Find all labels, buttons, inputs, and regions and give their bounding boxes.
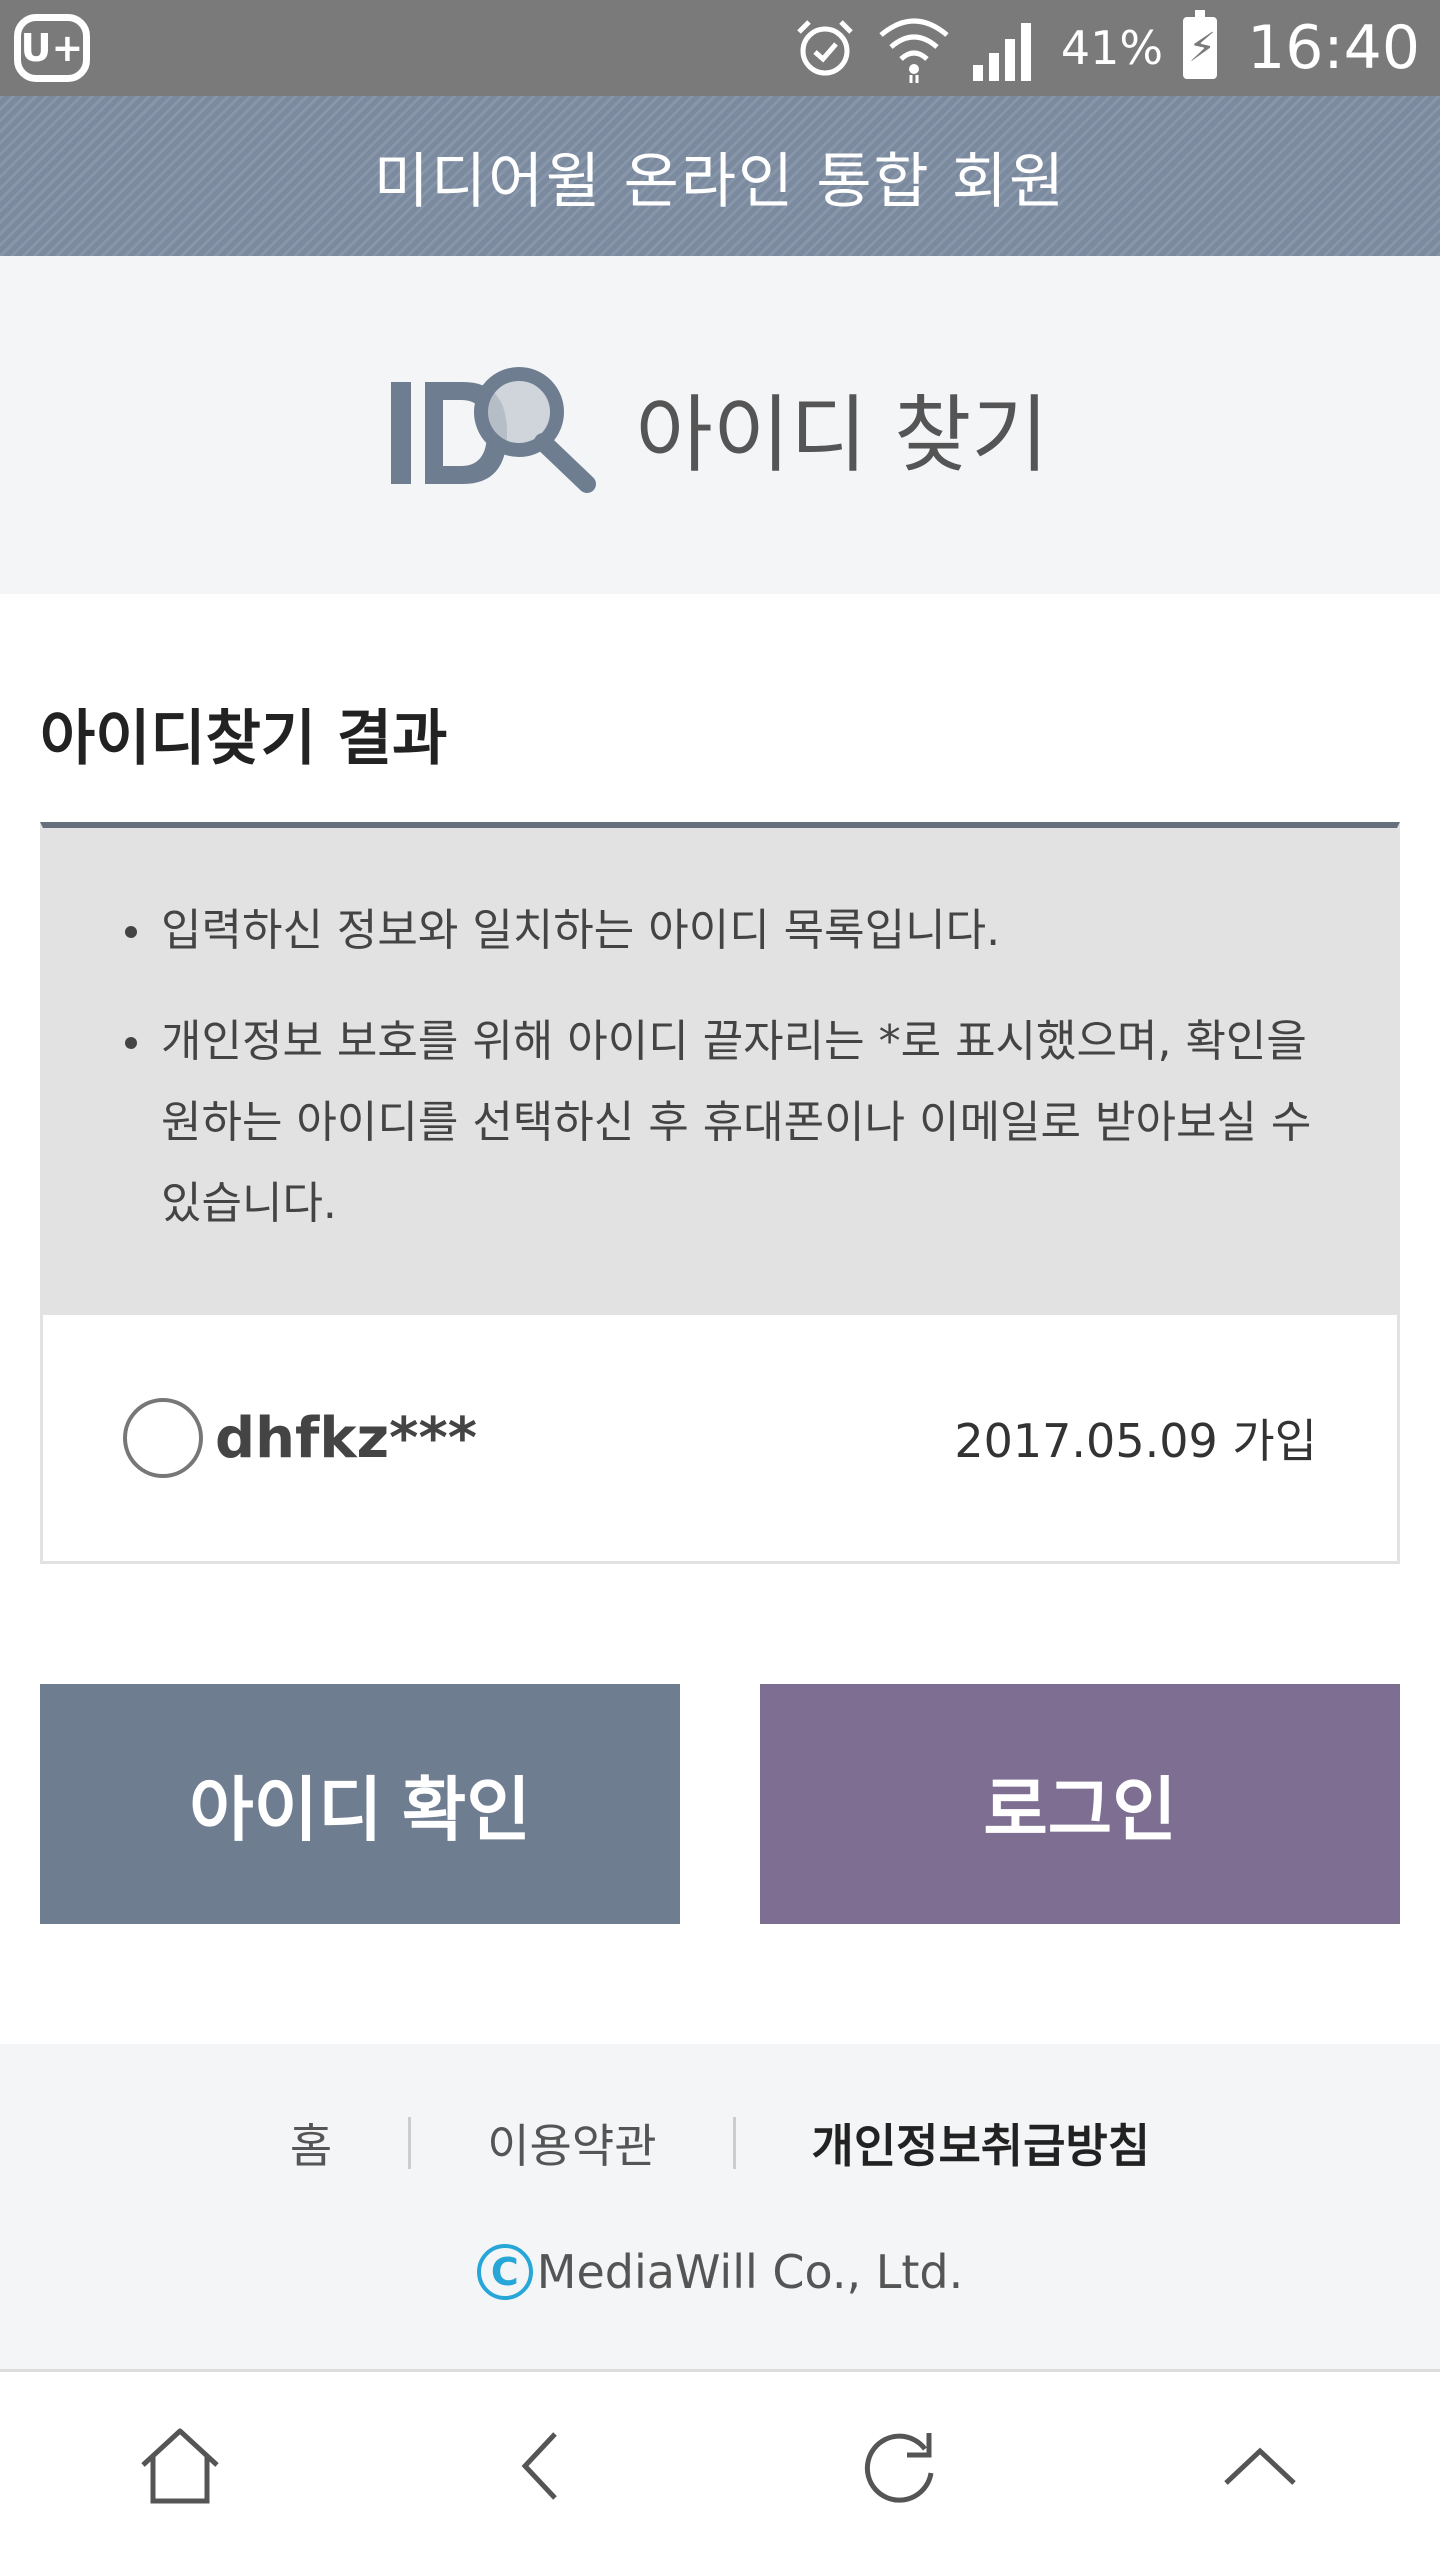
footer-divider [408,2117,412,2169]
back-button[interactable] [450,2391,630,2541]
result-title: 아이디찾기 결과 [40,704,448,774]
masked-id: dhfkz*** [215,1405,478,1471]
signal-icon [972,23,1031,81]
login-button[interactable]: 로그인 [760,1684,1400,1924]
site-title: 미디어윌 온라인 통합 회원 [373,146,1067,217]
clock: 16:40 [1247,13,1420,83]
scroll-top-button[interactable] [1170,2391,1350,2541]
copyright: C MediaWill Co., Ltd. [0,2244,1440,2300]
status-bar: U+ 41% ⚡ 16:40 [0,0,1440,96]
battery-charging-icon: ⚡ [1183,10,1218,79]
back-icon [521,2432,557,2500]
footer: 홈 이용약관 개인정보취급방침 C MediaWill Co., Ltd. [0,2044,1440,2369]
notice-item: 개인정보 보호를 위해 아이디 끝자리는 *로 표시했으며, 확인을 원하는 아… [125,1001,1321,1244]
copyright-icon: C [476,2244,533,2300]
result-item[interactable]: dhfkz*** 2017.05.09 가입 [43,1315,1397,1561]
footer-link-home[interactable]: 홈 [290,2110,332,2176]
wifi-icon [879,18,949,83]
confirm-id-button[interactable]: 아이디 확인 [40,1684,680,1924]
refresh-button[interactable] [810,2391,990,2541]
home-button[interactable] [90,2391,270,2541]
result-panel: 입력하신 정보와 일치하는 아이디 목록입니다. 개인정보 보호를 위해 아이디… [40,822,1400,1564]
page-hero: 아이디 찾기 [0,256,1440,594]
footer-link-terms[interactable]: 이용약관 [487,2110,656,2176]
id-search-logo-icon [391,367,597,493]
notice-area: 입력하신 정보와 일치하는 아이디 목록입니다. 개인정보 보호를 위해 아이디… [43,828,1397,1315]
join-date: 2017.05.09 가입 [954,1414,1317,1468]
notice-item: 입력하신 정보와 일치하는 아이디 목록입니다. [125,890,1321,971]
id-radio-button[interactable] [123,1398,203,1478]
status-icons: 41% ⚡ 16:40 [793,0,1420,96]
page-title: 아이디 찾기 [635,385,1049,484]
browser-bottom-nav [0,2369,1440,2560]
site-header: 미디어윌 온라인 통합 회원 [0,96,1440,256]
footer-divider [732,2117,736,2169]
footer-links: 홈 이용약관 개인정보취급방침 [0,2110,1440,2176]
copyright-text: MediaWill Co., Ltd. [536,2245,964,2299]
home-icon [141,2428,219,2504]
footer-link-privacy[interactable]: 개인정보취급방침 [812,2110,1151,2176]
carrier-logo: U+ [14,14,90,82]
scroll-top-icon [1224,2447,1296,2485]
alarm-icon [797,20,853,76]
carrier-label: U+ [20,26,84,70]
battery-percent: 41% [1060,21,1164,75]
refresh-icon [864,2433,934,2503]
